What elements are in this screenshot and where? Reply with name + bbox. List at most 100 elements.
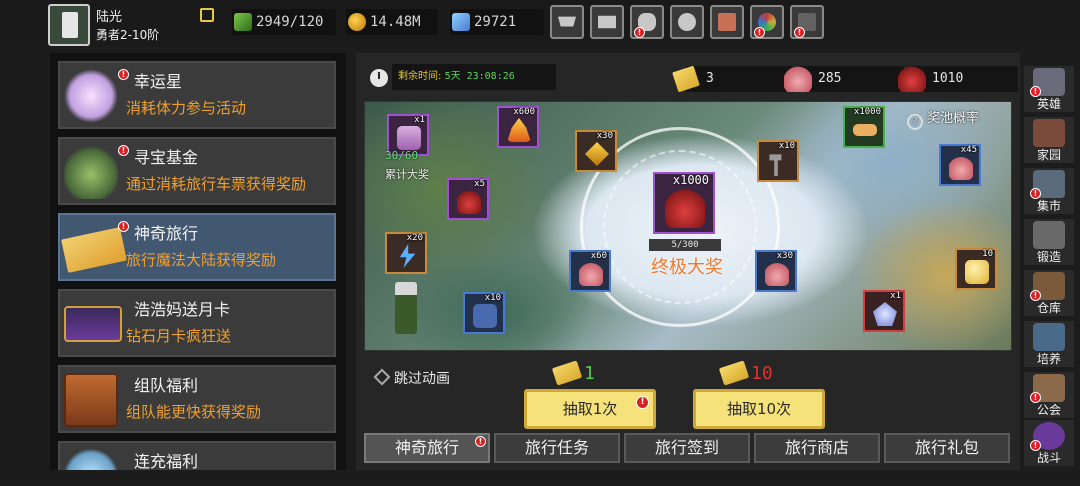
reward-item[interactable]: x5 (447, 178, 489, 220)
skip-animation-toggle[interactable]: 跳过动画 (373, 368, 450, 388)
grand-prize[interactable]: x1000 (653, 172, 715, 234)
gift-button[interactable] (710, 5, 744, 39)
treasure-bag-icon (64, 145, 118, 199)
draw-ten-button[interactable]: 抽取10次 (693, 389, 825, 429)
alert-badge: ! (634, 27, 645, 38)
nav-training[interactable]: 培养 (1024, 321, 1074, 367)
cost-one-value: 1 (584, 363, 595, 384)
grand-progress: 5/300 (649, 239, 721, 251)
travel-panel: 剩余时间: 5天 23:08:26 3 285 10 10 ? 奖池概率 x1 30… (356, 53, 1020, 470)
nav-home[interactable]: 家园 (1024, 117, 1074, 163)
bone-icon (853, 124, 877, 136)
tab-travel-gifts[interactable]: 旅行礼包 (884, 433, 1010, 463)
reward-item[interactable]: x20 (385, 232, 427, 274)
activity-item-monthly-card[interactable]: 浩浩妈送月卡 钻石月卡疯狂送 (58, 289, 336, 357)
draw-once-button[interactable]: 抽取1次 ! (524, 389, 656, 429)
fire-shard-icon (507, 118, 531, 142)
color-wheel-button[interactable]: ! (750, 5, 784, 39)
reward-item[interactable]: x1000 (843, 106, 885, 148)
alert-badge: ! (754, 27, 765, 38)
alert-badge: ! (636, 396, 649, 409)
timer-label: 剩余时间: (398, 71, 442, 82)
treasure-chest-icon (64, 373, 118, 427)
nav-market[interactable]: ! 集市 (1024, 168, 1074, 214)
player-avatar[interactable] (48, 4, 90, 46)
travel-ticket-icon (61, 227, 127, 273)
mail-button[interactable] (590, 5, 624, 39)
activity-item-recharge-bonus[interactable]: 连充福利 (58, 441, 336, 470)
tab-magic-travel[interactable]: 神奇旅行! (364, 433, 490, 463)
golden-egg-icon (965, 260, 989, 284)
alert-badge: ! (118, 69, 129, 80)
activity-title: 浩浩妈送月卡 (134, 300, 231, 319)
pink-bag-count-value: 285 (818, 71, 842, 86)
lightning-icon (399, 244, 416, 268)
pink-bag-icon (784, 66, 812, 92)
activity-desc: 组队能更快获得奖励 (126, 403, 262, 421)
reward-item[interactable]: x45 (939, 144, 981, 186)
ticket-icon (551, 360, 583, 386)
alert-badge: ! (475, 436, 486, 447)
nav-guild[interactable]: ! 公会 (1024, 372, 1074, 418)
item-qty: x20 (406, 233, 423, 243)
nav-forge[interactable]: 锻造 (1024, 219, 1074, 265)
gem-value: 29721 (474, 14, 517, 30)
pink-bag-icon (765, 262, 789, 286)
diamond-icon (452, 13, 470, 31)
clock-icon (370, 69, 388, 87)
draw-once-label: 抽取1次 (562, 400, 618, 418)
reward-item[interactable]: 10 (955, 248, 997, 290)
tab-label: 旅行商店 (784, 438, 849, 457)
shop-button[interactable] (550, 5, 584, 39)
shop-icon (558, 16, 576, 27)
countdown-timer: 剩余时间: 5天 23:08:26 (392, 64, 556, 90)
pink-bag-icon (579, 262, 603, 286)
reward-item[interactable]: x1 (863, 290, 905, 332)
chest-icon (397, 126, 421, 150)
cost-one: 1 (551, 360, 595, 386)
firework-button[interactable]: ! (790, 5, 824, 39)
ticket-count: 3 (672, 65, 792, 93)
activity-list[interactable]: ! 幸运星 消耗体力参与活动 ! 寻宝基金 通过消耗旅行车票获得奖励 ! 神奇旅… (50, 53, 346, 470)
cost-ten: 10 (718, 360, 773, 386)
alert-badge: ! (118, 221, 129, 232)
item-qty: x1 (414, 115, 425, 125)
skip-label: 跳过动画 (394, 371, 450, 387)
nav-label: 仓库 (1036, 301, 1061, 315)
energy-icon (234, 13, 252, 31)
tab-travel-tasks[interactable]: 旅行任务 (494, 433, 620, 463)
reward-item[interactable]: x30 (755, 250, 797, 292)
reward-item[interactable]: x10 (463, 292, 505, 334)
prize-rate-button[interactable]: ? 奖池概率 (907, 107, 979, 130)
activity-desc: 钻石月卡疯狂送 (126, 327, 232, 345)
activity-item-magic-travel[interactable]: ! 神奇旅行 旅行魔法大陆获得奖励 (58, 213, 336, 281)
timer-value: 5天 23:08:26 (444, 71, 515, 82)
activity-desc: 消耗体力参与活动 (126, 99, 247, 117)
activity-item-treasure-fund[interactable]: ! 寻宝基金 通过消耗旅行车票获得奖励 (58, 137, 336, 205)
activity-title: 寻宝基金 (134, 148, 199, 167)
draw-ten-label: 抽取10次 (726, 400, 792, 418)
gamepad-button[interactable]: ! (630, 5, 664, 39)
tab-travel-shop[interactable]: 旅行商店 (754, 433, 880, 463)
pink-bag-icon (949, 156, 973, 180)
activity-item-lucky-star[interactable]: ! 幸运星 消耗体力参与活动 (58, 61, 336, 129)
ticket-count-value: 3 (706, 71, 714, 86)
edit-icon[interactable] (200, 8, 214, 22)
item-qty: x10 (778, 141, 795, 151)
activity-item-team-bonus[interactable]: 组队福利 组队能更快获得奖励 (58, 365, 336, 433)
settings-button[interactable] (670, 5, 704, 39)
nav-battle[interactable]: ! 战斗 (1024, 420, 1074, 466)
reward-item[interactable]: x30 (575, 130, 617, 172)
reward-item[interactable]: x10 (757, 140, 799, 182)
tab-travel-checkin[interactable]: 旅行签到 (624, 433, 750, 463)
item-qty: x60 (590, 251, 607, 261)
cumulative-label: 累计大奖 (385, 168, 429, 181)
reward-item[interactable]: x600 (497, 106, 539, 148)
nav-warehouse[interactable]: ! 仓库 (1024, 270, 1074, 316)
item-qty: x1000 (853, 107, 881, 117)
reward-item[interactable]: x60 (569, 250, 611, 292)
tab-label: 旅行任务 (524, 438, 589, 457)
activity-title: 组队福利 (134, 376, 199, 395)
nav-hero[interactable]: ! 英雄 (1024, 66, 1074, 112)
cumulative-progress: 30/60 (385, 149, 419, 162)
